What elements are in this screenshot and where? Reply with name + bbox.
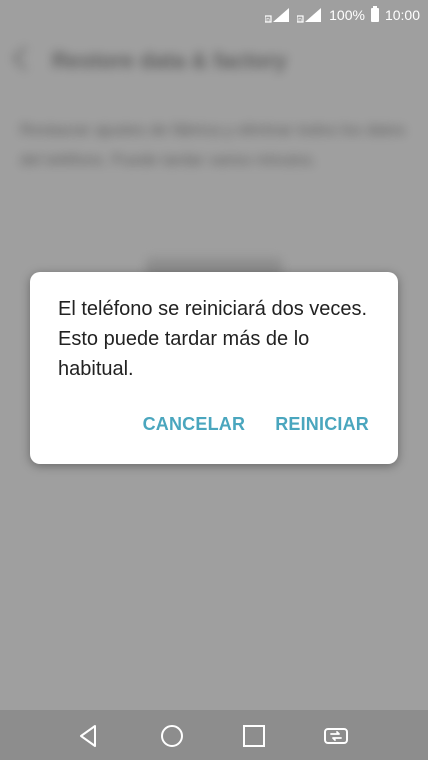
- clock: 10:00: [384, 7, 420, 23]
- restart-button[interactable]: REINICIAR: [275, 414, 369, 444]
- sim2-signal-icon: n: [297, 7, 323, 23]
- status-bar: n n 100% 10:00: [0, 0, 428, 30]
- svg-text:n: n: [298, 17, 302, 24]
- sim1-signal-icon: n: [265, 7, 291, 23]
- back-icon[interactable]: [75, 722, 103, 750]
- cancel-button[interactable]: CANCELAR: [143, 414, 246, 444]
- confirm-dialog: El teléfono se reiniciará dos veces. Est…: [30, 272, 398, 464]
- navigation-bar: [0, 710, 428, 760]
- battery-percent: 100%: [329, 7, 365, 23]
- background-title: Restore data & factory: [52, 48, 287, 73]
- background-body: Restaurar ajustes de fábrica y eliminar …: [20, 122, 406, 169]
- battery-icon: [370, 6, 379, 22]
- switch-icon[interactable]: [322, 722, 350, 750]
- back-arrow-icon: [12, 46, 37, 71]
- recents-icon[interactable]: [240, 722, 268, 750]
- home-icon[interactable]: [158, 722, 186, 750]
- svg-text:n: n: [266, 17, 270, 24]
- dialog-actions: CANCELAR REINICIAR: [30, 414, 398, 444]
- dialog-message: El teléfono se reiniciará dos veces. Est…: [58, 298, 368, 380]
